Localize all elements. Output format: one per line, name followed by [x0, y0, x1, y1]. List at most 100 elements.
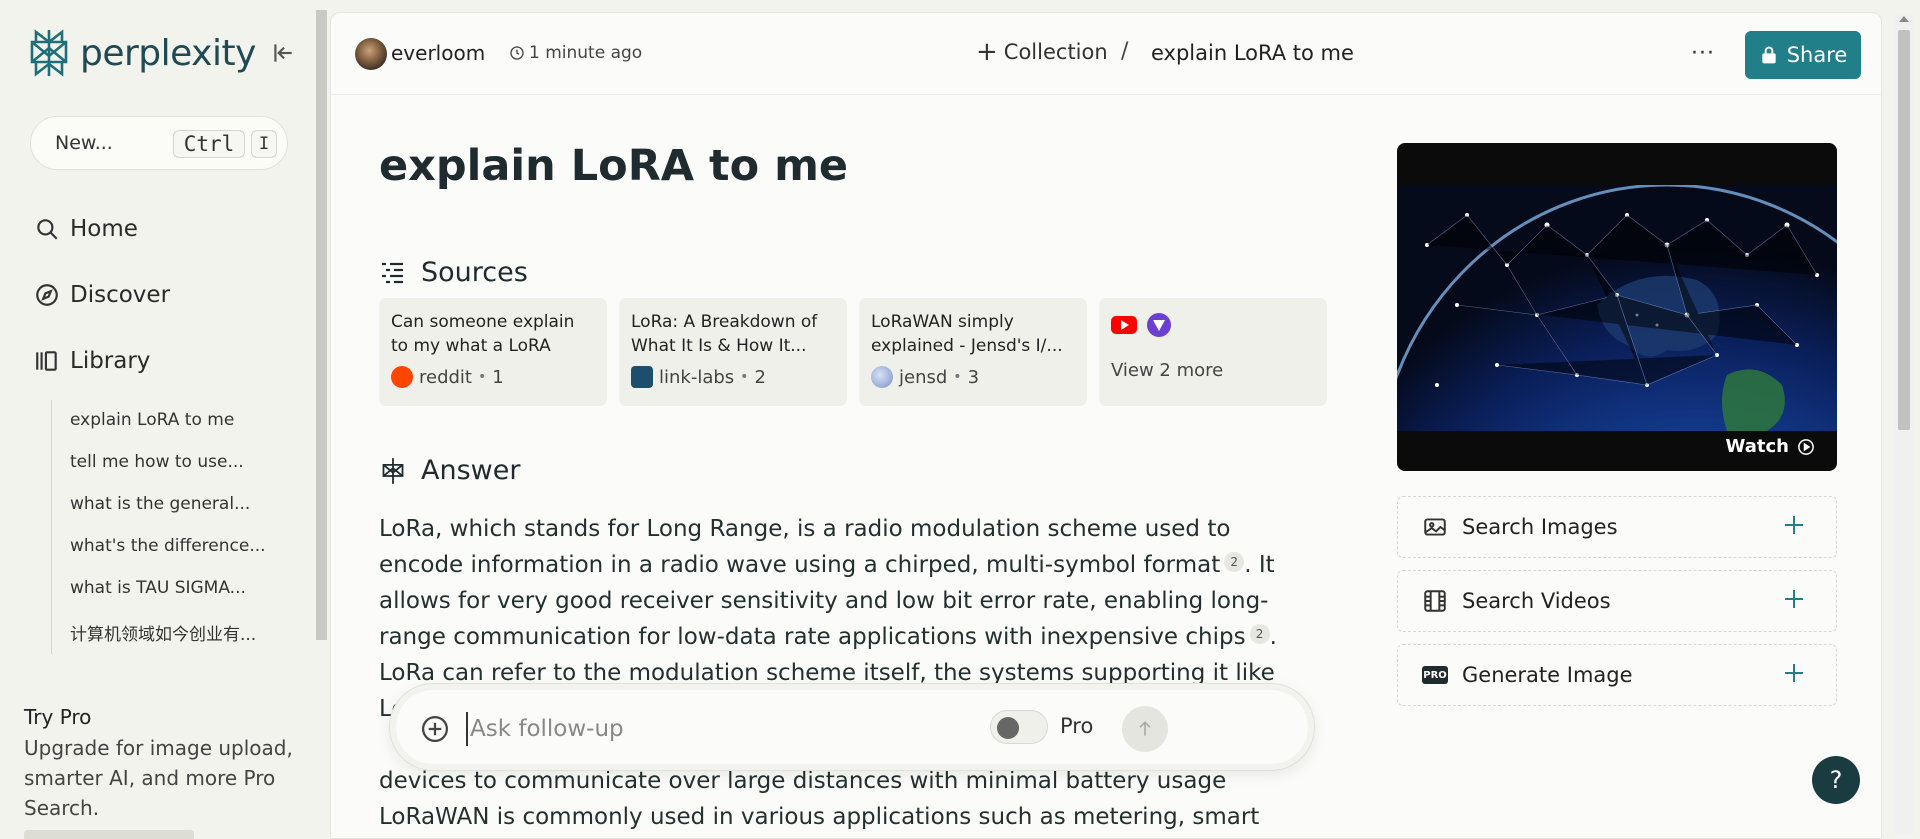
source-meta: jensd • 3 [871, 366, 1075, 388]
source-card[interactable]: Can someone explain to my what a LoRA is… [379, 298, 607, 406]
pro-toggle-label: Pro [1060, 714, 1094, 738]
view-more-label: View 2 more [1111, 360, 1224, 381]
search-videos-button[interactable]: Search Videos [1397, 570, 1837, 632]
add-to-collection-button[interactable]: + Collection [976, 37, 1108, 67]
nav-discover-label: Discover [70, 282, 171, 308]
search-images-label: Search Images [1462, 515, 1618, 539]
separator-dot: • [740, 369, 749, 385]
new-thread-label: New... [55, 132, 113, 154]
pro-badge-icon: PRO [1422, 666, 1448, 684]
sidebar: perplexity New... Ctrl I Home Discover L… [0, 0, 316, 839]
nav-library-label: Library [70, 348, 151, 374]
reddit-icon [391, 366, 413, 388]
lock-icon [1762, 46, 1776, 64]
page-title: explain LoRA to me [379, 141, 849, 191]
jensd-icon [871, 366, 893, 388]
timestamp-text: 1 minute ago [529, 43, 643, 63]
page-scrollbar[interactable] [1894, 14, 1914, 834]
answer-text: LoRa, which stands for Long Range, is a … [379, 511, 1319, 835]
pro-toggle[interactable] [990, 710, 1048, 744]
try-pro-title: Try Pro [24, 705, 92, 729]
generate-image-button[interactable]: PRO Generate Image [1397, 644, 1837, 706]
citation-badge[interactable]: 2 [1249, 624, 1270, 644]
perplexity-logo[interactable]: perplexity [28, 28, 256, 78]
follow-up-input[interactable] [466, 712, 1066, 746]
source-meta: reddit • 1 [391, 366, 595, 388]
sources-heading-text: Sources [421, 257, 528, 288]
arrow-up-icon [1139, 721, 1151, 736]
timestamp: 1 minute ago [509, 43, 642, 63]
separator-dot: • [953, 369, 962, 385]
add-attachment-icon[interactable] [420, 714, 450, 744]
share-button[interactable]: Share [1745, 31, 1861, 79]
compass-icon [36, 284, 58, 306]
source-site: link-labs [659, 366, 735, 388]
shortcut-i-key: I [251, 130, 277, 158]
answer-heading: Answer [379, 455, 520, 486]
source-title: LoRa: A Breakdown of What It Is & How It… [631, 312, 818, 356]
plus-icon: + [976, 37, 998, 67]
follow-up-inner: Pro [396, 690, 1308, 764]
shortcut-ctrl-key: Ctrl [173, 130, 245, 158]
earth-image [1397, 185, 1837, 431]
library-icon [36, 351, 57, 371]
new-thread-button[interactable]: New... Ctrl I [30, 116, 288, 170]
generate-image-label: Generate Image [1462, 663, 1633, 687]
username[interactable]: everloom [391, 41, 485, 65]
link-labs-icon [631, 366, 653, 388]
collapse-sidebar-icon[interactable] [270, 40, 296, 66]
perplexity-answer-icon [382, 457, 404, 484]
main-panel: everloom 1 minute ago + Collection / exp… [330, 12, 1882, 839]
source-index: 1 [492, 366, 504, 388]
citation-badge[interactable]: 2 [1224, 552, 1245, 572]
video-card[interactable]: Watch [1397, 143, 1837, 471]
submit-button[interactable] [1122, 706, 1168, 752]
search-videos-label: Search Videos [1462, 589, 1611, 613]
source-index: 2 [754, 366, 766, 388]
search-images-button[interactable]: Search Images [1397, 496, 1837, 558]
plus-icon [1785, 516, 1803, 534]
follow-up-box: Pro [389, 683, 1315, 771]
nav-home-label: Home [70, 216, 138, 242]
help-button[interactable]: ? [1812, 756, 1860, 804]
nav-discover[interactable]: Discover [34, 282, 170, 308]
try-pro-button[interactable] [24, 830, 194, 839]
scrollbar-thumb[interactable] [1898, 30, 1910, 430]
source-site: reddit [419, 366, 472, 388]
library-item[interactable]: what is the general... [70, 494, 250, 514]
share-label: Share [1786, 43, 1848, 67]
view-more-sources-button[interactable]: View 2 more [1099, 298, 1327, 406]
try-pro-description: Upgrade for image upload, smarter AI, an… [24, 736, 293, 820]
answer-heading-text: Answer [421, 455, 521, 486]
try-pro-promo: Try Pro Upgrade for image upload, smarte… [24, 705, 299, 823]
nav-home[interactable]: Home [34, 216, 138, 242]
library-item[interactable]: 计算机领域如今创业有... [70, 620, 256, 645]
answer-segment: LoRaWAN is commonly used in various appl… [379, 804, 1260, 830]
collection-label: Collection [1003, 40, 1108, 64]
watch-button[interactable]: Watch [1726, 436, 1815, 457]
more-options-button[interactable]: ··· [1691, 41, 1715, 66]
watch-label: Watch [1725, 436, 1789, 457]
sources-heading: Sources [379, 257, 528, 288]
source-card[interactable]: LoRa: A Breakdown of What It Is & How It… [619, 298, 847, 406]
library-item[interactable]: tell me how to use... [70, 452, 244, 472]
library-item[interactable]: what's the difference... [70, 536, 266, 556]
more-sources-favicons [1111, 310, 1315, 340]
toggle-knob [997, 717, 1019, 739]
nav-library[interactable]: Library [34, 348, 150, 374]
library-thread-list: explain LoRA to me tell me how to use...… [51, 400, 266, 654]
separator-dot: • [478, 369, 487, 385]
film-icon [1424, 590, 1446, 612]
library-item[interactable]: what is TAU SIGMA... [70, 578, 246, 598]
source-site: jensd [899, 366, 948, 388]
source-meta: link-labs • 2 [631, 366, 835, 388]
answer-segment: LoRa, which stands for Long Range, is a … [379, 516, 1231, 578]
library-item[interactable]: explain LoRA to me [70, 410, 234, 430]
avatar[interactable] [355, 38, 387, 70]
source-card[interactable]: LoRaWAN simply explained - Jensd's I/...… [859, 298, 1087, 406]
sidebar-scrollbar[interactable] [316, 10, 327, 640]
source-index: 3 [967, 366, 980, 388]
image-icon [1424, 518, 1446, 536]
source-favicon-icon [1147, 313, 1171, 337]
scroll-up-arrow-icon[interactable] [1899, 16, 1909, 22]
